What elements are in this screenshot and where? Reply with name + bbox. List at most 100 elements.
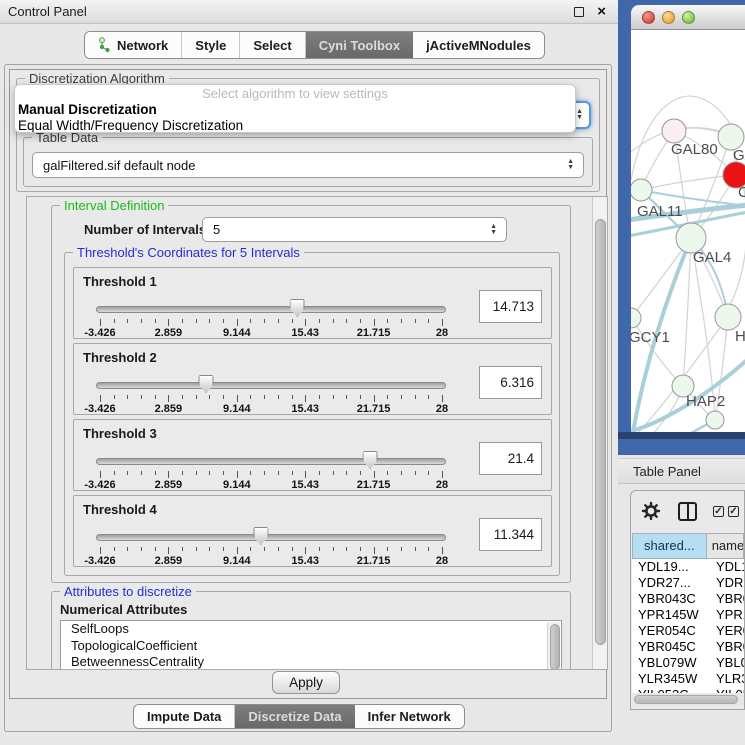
list-item[interactable]: SelfLoops <box>61 621 561 638</box>
cell-shared-name[interactable]: YBR045C <box>632 639 713 655</box>
numerical-attributes-list[interactable]: SelfLoopsTopologicalCoefficientBetweenne… <box>60 620 562 670</box>
slider-tick <box>114 319 115 323</box>
threshold-1-slider[interactable]: -3.4262.8599.14415.4321.71528 <box>96 300 446 338</box>
threshold-value-field[interactable]: 21.4 <box>479 442 542 475</box>
settings-scrollbar-thumb[interactable] <box>595 219 606 645</box>
cell-shared-name[interactable]: YIL052C <box>632 687 713 693</box>
slider-tick <box>141 547 142 551</box>
slider-tick <box>223 547 224 551</box>
table-row[interactable]: YPR145WYPR145W <box>632 607 745 623</box>
cell-name[interactable]: YER054C <box>713 623 745 639</box>
list-scrollbar-thumb[interactable] <box>550 624 560 670</box>
number-of-intervals-combobox[interactable]: 5 ▲▼ <box>202 217 507 242</box>
settings-scrollbar[interactable] <box>592 197 607 669</box>
zoom-light-icon[interactable] <box>682 11 695 24</box>
slider-tick <box>374 395 375 402</box>
slider-handle[interactable] <box>199 375 214 393</box>
table-hscrollbar-thumb[interactable] <box>634 695 738 704</box>
list-item[interactable]: TopologicalCoefficient <box>61 638 561 655</box>
network-node[interactable] <box>631 308 641 328</box>
table-rows[interactable]: YDL19...YDL19...YDR27...YDR27...YBR043CY… <box>632 559 745 693</box>
minimize-light-icon[interactable] <box>662 11 675 24</box>
threshold-2-slider[interactable]: -3.4262.8599.14415.4321.71528 <box>96 376 446 414</box>
slider-tick-label: 9.144 <box>223 555 251 567</box>
tab-select[interactable]: Select <box>240 32 305 58</box>
cell-shared-name[interactable]: YPR145W <box>632 607 713 623</box>
tab-jactivemnodules[interactable]: jActiveMNodules <box>413 32 544 58</box>
cell-name[interactable]: YIL052C <box>713 687 745 693</box>
dropdown-option-manual-discretization[interactable]: Manual Discretization <box>15 102 575 118</box>
threshold-value-field[interactable]: 11.344 <box>479 518 542 551</box>
network-node[interactable] <box>631 179 652 201</box>
table-row[interactable]: YBR043CYBR043C <box>632 591 745 607</box>
gear-icon[interactable] <box>641 501 661 526</box>
cell-shared-name[interactable]: YBR043C <box>632 591 713 607</box>
tab-style[interactable]: Style <box>182 32 240 58</box>
close-light-icon[interactable] <box>642 11 655 24</box>
table-data-combobox[interactable]: galFiltered.sif default node ▲▼ <box>32 152 584 178</box>
split-column-icon[interactable] <box>678 502 697 521</box>
slider-tick <box>319 547 320 551</box>
table-row[interactable]: YDR27...YDR27... <box>632 575 745 591</box>
cell-name[interactable]: YDL19... <box>713 559 745 575</box>
slider-tick <box>168 471 169 478</box>
column-header-name[interactable]: name <box>707 533 744 559</box>
cell-shared-name[interactable]: YER054C <box>632 623 713 639</box>
threshold-value-field[interactable]: 6.316 <box>479 366 542 399</box>
slider-handle[interactable] <box>290 299 305 317</box>
top-tabbar: Network Style Select Cyni Toolbox jActiv… <box>84 31 545 59</box>
tab-infer-network[interactable]: Infer Network <box>355 705 464 728</box>
network-node[interactable] <box>706 411 724 429</box>
list-item[interactable]: BetweennessCentrality <box>61 654 561 670</box>
threshold-value-field[interactable]: 14.713 <box>479 290 542 323</box>
combo-arrows-icon: ▲▼ <box>576 109 583 121</box>
slider-handle[interactable] <box>363 451 378 469</box>
list-scrollbar[interactable] <box>547 622 560 670</box>
dropdown-option-equal-width-frequency[interactable]: Equal Width/Frequency Discretization <box>15 118 575 133</box>
cell-name[interactable]: YPR145W <box>713 607 745 623</box>
table-row[interactable]: YBR045CYBR045C <box>632 639 745 655</box>
bottom-tabbar: Impute Data Discretize Data Infer Networ… <box>133 704 465 729</box>
close-icon[interactable]: × <box>597 0 606 24</box>
network-node[interactable] <box>662 119 686 143</box>
cell-name[interactable]: YBL079W <box>713 655 745 671</box>
table-row[interactable]: YBL079WYBL079W <box>632 655 745 671</box>
tab-network[interactable]: Network <box>85 32 182 58</box>
cell-shared-name[interactable]: YDL19... <box>632 559 713 575</box>
table-row[interactable]: YER054CYER054C <box>632 623 745 639</box>
network-nodes[interactable]: GAL80GACGAL11GAL4GCY1HHAP2 <box>631 119 745 429</box>
cell-shared-name[interactable]: YDR27... <box>632 575 713 591</box>
threshold-4-slider[interactable]: -3.4262.8599.14415.4321.71528 <box>96 528 446 566</box>
network-node[interactable] <box>715 304 741 330</box>
table-row[interactable]: YIL052CYIL052C <box>632 687 745 693</box>
slider-tick <box>305 395 306 402</box>
cell-name[interactable]: YLR345W <box>713 671 745 687</box>
cell-shared-name[interactable]: YBL079W <box>632 655 713 671</box>
table-row[interactable]: YLR345WYLR345W <box>632 671 745 687</box>
tab-discretize-data[interactable]: Discretize Data <box>235 705 354 728</box>
checkbox-checked-icon[interactable]: ✓ <box>713 506 724 517</box>
slider-tick <box>333 395 334 399</box>
table-panel: Table Panel ✓ ✓ shared... <box>618 455 745 745</box>
float-window-icon[interactable] <box>574 7 584 17</box>
tab-cyni-toolbox[interactable]: Cyni Toolbox <box>306 32 413 58</box>
cell-name[interactable]: YBR043C <box>713 591 745 607</box>
network-canvas[interactable]: GAL80GACGAL11GAL4GCY1HHAP2 <box>631 30 745 432</box>
column-header-shared-name[interactable]: shared... <box>632 533 707 559</box>
tab-label: Network <box>117 38 168 53</box>
apply-button[interactable]: Apply <box>272 671 340 694</box>
cell-shared-name[interactable]: YLR345W <box>632 671 713 687</box>
cell-name[interactable]: YBR045C <box>713 639 745 655</box>
tab-impute-data[interactable]: Impute Data <box>134 705 235 728</box>
table-row[interactable]: YDL19...YDL19... <box>632 559 745 575</box>
cell-name[interactable]: YDR27... <box>713 575 745 591</box>
slider-tick <box>209 319 210 323</box>
checkbox-checked-icon[interactable]: ✓ <box>728 506 739 517</box>
slider-handle[interactable] <box>253 527 268 545</box>
table-horizontal-scrollbar[interactable] <box>633 694 745 706</box>
node-label: GAL4 <box>693 249 731 266</box>
threshold-3-slider[interactable]: -3.4262.8599.14415.4321.71528 <box>96 452 446 490</box>
slider-tick <box>292 471 293 475</box>
slider-tick-label: 9.144 <box>223 327 251 339</box>
slider-tick-label: -3.426 <box>84 555 115 567</box>
